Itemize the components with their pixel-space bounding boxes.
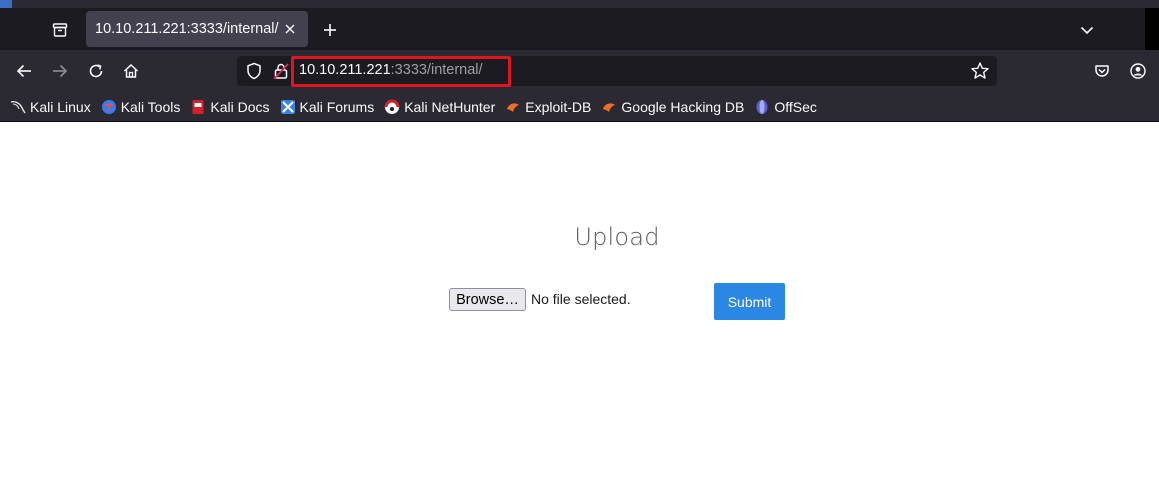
kali-nethunter-icon — [384, 99, 400, 114]
kali-docs-icon — [192, 99, 204, 114]
tab-close-button[interactable] — [282, 21, 298, 37]
bookmark-label: Kali Linux — [30, 98, 91, 115]
bookmark-label: Kali Forums — [299, 98, 375, 115]
bookmark-label: Kali NetHunter — [404, 98, 496, 115]
star-icon[interactable] — [970, 61, 990, 81]
bookmark-label: Google Hacking DB — [621, 98, 745, 115]
forward-button[interactable] — [47, 58, 73, 84]
bookmark-kali-linux[interactable]: Kali Linux — [10, 95, 95, 119]
window-edge-right — [1145, 8, 1159, 50]
tab-active[interactable]: 10.10.211.221:3333/internal/ — [86, 11, 308, 47]
bookmark-label: OffSec — [774, 98, 817, 115]
reload-button[interactable] — [83, 58, 109, 84]
firefox-view-icon — [52, 23, 68, 37]
chevron-down-icon — [1080, 26, 1094, 35]
ghdb-icon — [603, 102, 616, 112]
bookmark-offsec[interactable]: OffSec — [754, 95, 821, 119]
lock-insecure-icon[interactable] — [272, 62, 290, 80]
account-icon — [1130, 63, 1146, 79]
offsec-icon — [756, 99, 768, 114]
submit-button[interactable]: Submit — [714, 283, 785, 320]
kali-forums-icon — [280, 99, 295, 114]
navigation-toolbar: 10.10.211.221:3333/internal/ — [0, 50, 1159, 92]
window-edge — [0, 0, 12, 8]
account-button[interactable] — [1126, 59, 1150, 83]
file-status-text: No file selected. — [531, 291, 631, 307]
tab-bar: 10.10.211.221:3333/internal/ — [0, 8, 1159, 50]
home-icon — [123, 63, 139, 78]
page-title: Upload — [574, 223, 660, 251]
bookmark-label: Exploit-DB — [525, 98, 592, 115]
plus-icon — [324, 24, 336, 36]
bookmark-kali-docs[interactable]: Kali Docs — [190, 95, 273, 119]
bookmark-kali-tools[interactable]: Kali Tools — [101, 95, 185, 119]
list-all-tabs-button[interactable] — [1074, 18, 1100, 42]
exploit-db-icon — [507, 102, 520, 112]
arrow-left-icon — [16, 64, 31, 78]
new-tab-button[interactable] — [318, 18, 342, 42]
pocket-button[interactable] — [1090, 59, 1114, 83]
bookmarks-toolbar: Kali Linux Kali Tools Kali Docs Kali For… — [0, 92, 1159, 122]
browse-button[interactable]: Browse… — [449, 288, 526, 311]
bookmark-google-hacking-db[interactable]: Google Hacking DB — [601, 95, 748, 119]
bookmark-exploit-db[interactable]: Exploit-DB — [505, 95, 595, 119]
bookmark-kali-nethunter[interactable]: Kali NetHunter — [384, 95, 499, 119]
tab-title: 10.10.211.221:3333/internal/ — [95, 21, 279, 37]
close-icon — [285, 24, 295, 34]
arrow-right-icon — [53, 64, 68, 78]
bookmark-kali-forums[interactable]: Kali Forums — [280, 95, 379, 119]
pocket-icon — [1095, 65, 1109, 77]
bookmark-label: Kali Tools — [120, 98, 181, 115]
kali-tools-icon — [101, 99, 116, 114]
firefox-view-button[interactable] — [44, 19, 76, 41]
back-button[interactable] — [11, 58, 37, 84]
url-highlight-box — [291, 56, 511, 87]
reload-icon — [89, 64, 103, 78]
shield-icon[interactable] — [245, 62, 263, 80]
home-button[interactable] — [118, 58, 144, 84]
url-bar[interactable]: 10.10.211.221:3333/internal/ — [237, 56, 997, 87]
bookmark-label: Kali Docs — [210, 98, 270, 115]
page-content: Upload Browse… No file selected. Submit — [0, 123, 1159, 485]
kali-dragon-icon — [10, 100, 26, 113]
window-top-strip — [0, 0, 1159, 8]
